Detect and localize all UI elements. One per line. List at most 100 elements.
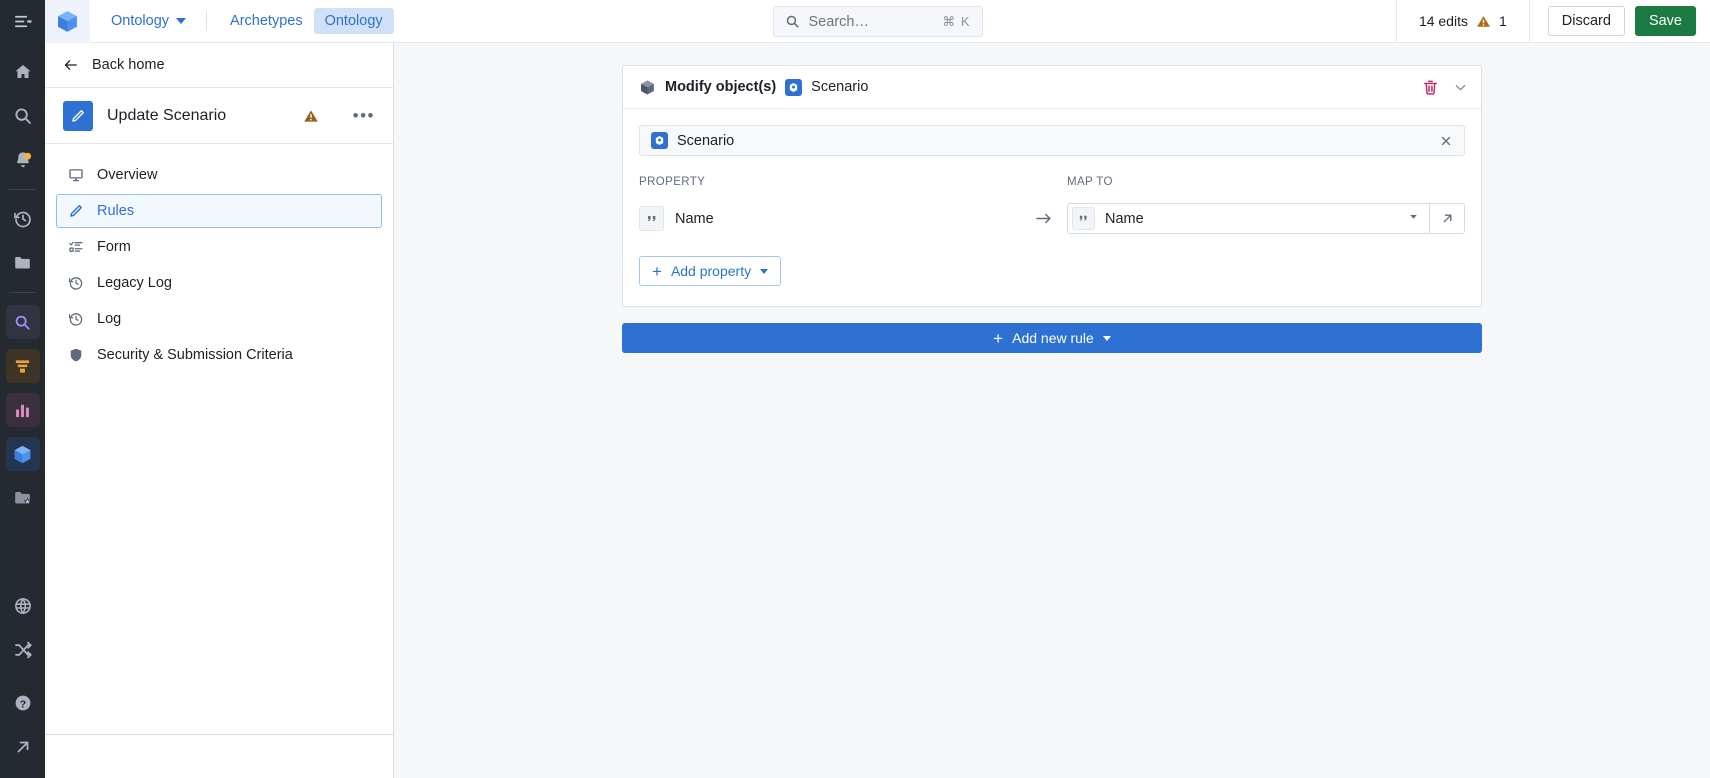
discard-button[interactable]: Discard bbox=[1547, 6, 1625, 36]
pencil-icon bbox=[63, 100, 93, 131]
pencil-icon bbox=[67, 203, 84, 219]
chevron-down-icon bbox=[1407, 210, 1420, 228]
rule-card-header: Modify object(s) Scenario bbox=[623, 66, 1481, 109]
shield-icon bbox=[67, 347, 84, 363]
nav-divider bbox=[206, 11, 208, 31]
mapping-columns: PROPERTY Name MAP TO Name bbox=[639, 176, 1465, 234]
warning-count: 1 bbox=[1498, 13, 1507, 29]
target-object-input[interactable]: Scenario bbox=[639, 125, 1465, 156]
sidebar-item-security[interactable]: Security & Submission Criteria bbox=[56, 338, 382, 372]
globe-icon[interactable] bbox=[6, 589, 40, 623]
sidebar-item-log[interactable]: Log bbox=[56, 302, 382, 336]
sidebar-item-rules[interactable]: Rules bbox=[56, 194, 382, 228]
filter-funnel-icon[interactable] bbox=[5, 349, 40, 383]
add-new-rule-label: Add new rule bbox=[1012, 330, 1094, 346]
sidebar-item-label: Overview bbox=[97, 167, 158, 183]
page-title: Update Scenario bbox=[107, 106, 227, 124]
breadcrumb-ontology[interactable]: Ontology bbox=[103, 8, 194, 34]
chevron-down-icon[interactable] bbox=[1453, 80, 1468, 95]
left-icon-rail: ? bbox=[0, 0, 45, 778]
top-bar-right: 14 edits 1 Discard Save bbox=[1395, 0, 1710, 43]
sidebar-item-label: Legacy Log bbox=[97, 275, 172, 291]
history-icon bbox=[67, 311, 84, 327]
map-to-column-label: MAP TO bbox=[1067, 176, 1113, 188]
sidebar-title-row: Update Scenario ••• bbox=[45, 88, 393, 144]
sidebar-item-legacy-log[interactable]: Legacy Log bbox=[56, 266, 382, 300]
save-button[interactable]: Save bbox=[1634, 6, 1696, 36]
tab-ontology[interactable]: Ontology bbox=[313, 8, 394, 34]
main-canvas: Modify object(s) Scenario Scenario PROPE… bbox=[394, 43, 1710, 778]
notifications-bell-icon[interactable] bbox=[6, 143, 40, 177]
plus-icon: + bbox=[993, 328, 1004, 348]
arrow-left-icon bbox=[63, 57, 79, 73]
global-search: Search… ⌘ K bbox=[772, 6, 983, 37]
warning-triangle-icon bbox=[1476, 14, 1491, 29]
cube-logo-icon[interactable] bbox=[45, 0, 90, 43]
close-x-icon[interactable] bbox=[1439, 134, 1453, 148]
rule-card-body: Scenario PROPERTY Name MAP TO Name + Add… bbox=[623, 109, 1481, 306]
home-icon[interactable] bbox=[6, 55, 40, 89]
monitor-icon bbox=[67, 167, 84, 183]
sidebar-filler bbox=[45, 372, 393, 734]
rules-canvas: Modify object(s) Scenario Scenario PROPE… bbox=[622, 65, 1482, 353]
folder-icon[interactable] bbox=[6, 246, 40, 280]
sidebar-item-label: Log bbox=[97, 311, 122, 327]
external-link-icon[interactable] bbox=[6, 730, 40, 764]
object-type-icon bbox=[651, 132, 668, 149]
sidebar-item-overview[interactable]: Overview bbox=[56, 158, 382, 192]
trash-icon[interactable] bbox=[1422, 79, 1439, 96]
property-name: Name bbox=[675, 210, 714, 227]
tab-archetypes[interactable]: Archetypes bbox=[219, 8, 314, 34]
add-property-button[interactable]: + Add property bbox=[639, 256, 782, 286]
object-explorer-icon[interactable] bbox=[5, 305, 40, 339]
back-home-button[interactable]: Back home bbox=[45, 43, 393, 88]
sidebar-item-form[interactable]: Form bbox=[56, 230, 382, 264]
edits-count-label: 14 edits bbox=[1418, 13, 1468, 29]
rule-card-object-label: Scenario bbox=[811, 79, 869, 95]
chevron-down-icon bbox=[760, 268, 769, 274]
help-circle-icon[interactable]: ? bbox=[6, 686, 40, 720]
nav-breadcrumbs: Ontology Archetypes Ontology bbox=[90, 8, 394, 34]
rail-divider bbox=[9, 189, 36, 190]
property-column: PROPERTY Name bbox=[639, 176, 1019, 234]
object-type-icon bbox=[785, 78, 803, 96]
property-row[interactable]: Name bbox=[639, 203, 1019, 234]
warning-triangle-icon bbox=[303, 108, 319, 124]
arrow-right-icon bbox=[1019, 203, 1067, 234]
search-input[interactable]: Search… ⌘ K bbox=[772, 6, 983, 37]
map-to-expand-button[interactable] bbox=[1430, 203, 1465, 234]
map-to-column: MAP TO Name bbox=[1067, 176, 1465, 234]
history-icon[interactable] bbox=[6, 202, 40, 236]
rail-divider bbox=[9, 292, 36, 293]
top-bar-actions: Discard Save bbox=[1528, 0, 1710, 43]
sidebar-item-label: Security & Submission Criteria bbox=[97, 347, 293, 363]
sidebar-menu: Overview Rules Form Legacy Log Log Secur… bbox=[45, 144, 393, 372]
cube-outline-icon bbox=[639, 79, 656, 96]
map-to-row: Name bbox=[1067, 203, 1465, 234]
shuffle-icon[interactable] bbox=[6, 633, 40, 667]
app-root: ? Ontology Archetypes Ontology Search… ⌘… bbox=[0, 0, 1710, 778]
add-new-rule-button[interactable]: + Add new rule bbox=[622, 323, 1482, 353]
search-shortcut: ⌘ K bbox=[942, 13, 971, 29]
body: Back home Update Scenario ••• Overview R… bbox=[45, 43, 1710, 778]
bar-chart-icon[interactable] bbox=[5, 393, 40, 427]
rule-card-actions bbox=[1422, 79, 1468, 96]
mapping-arrow-column bbox=[1019, 176, 1067, 234]
modify-objects-rule-card: Modify object(s) Scenario Scenario PROPE… bbox=[622, 65, 1482, 307]
starred-folder-icon[interactable] bbox=[6, 481, 40, 515]
search-icon bbox=[785, 14, 800, 29]
rail-menu-toggle[interactable] bbox=[0, 0, 45, 43]
chevron-down-icon bbox=[1102, 335, 1111, 341]
target-object-value: Scenario bbox=[677, 132, 735, 149]
property-column-label: PROPERTY bbox=[639, 176, 706, 188]
chevron-down-icon bbox=[176, 18, 187, 24]
ontology-cube-icon[interactable] bbox=[5, 437, 40, 471]
history-icon bbox=[67, 275, 84, 291]
sidebar-item-label: Rules bbox=[97, 203, 135, 219]
svg-text:?: ? bbox=[19, 698, 25, 710]
more-horizontal-icon[interactable]: ••• bbox=[349, 107, 379, 124]
rule-card-title: Modify object(s) bbox=[665, 79, 777, 95]
search-icon[interactable] bbox=[6, 99, 40, 133]
form-list-icon bbox=[67, 239, 84, 255]
map-to-select[interactable]: Name bbox=[1067, 203, 1430, 234]
